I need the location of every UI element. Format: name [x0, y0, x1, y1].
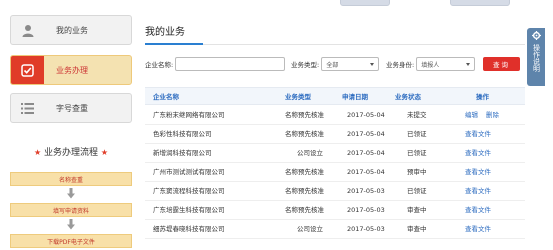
- column-header-type: 业务类型: [285, 93, 311, 101]
- app-root: 我的业务 业务办理 字号查重 ★ 业务办理流程 ★ 名称查重 填写申请资料 下载…: [0, 0, 553, 250]
- cell-status: 审查中: [407, 225, 427, 233]
- cell-status: 已领证: [407, 149, 427, 157]
- chevron-down-icon: [370, 62, 375, 66]
- checkbox-icon: [11, 56, 44, 84]
- edit-link[interactable]: 编辑: [465, 106, 478, 125]
- cell-status: 已领证: [407, 130, 427, 138]
- sidebar-item-name-check[interactable]: 字号查重: [10, 93, 132, 123]
- type-select-value: 全部: [326, 61, 339, 69]
- chevron-down-icon: [466, 62, 471, 66]
- cell-date: 2017-05-03: [347, 187, 385, 195]
- cell-date: 2017-05-04: [347, 111, 385, 119]
- arrow-down-icon: [66, 219, 76, 231]
- cell-type: 名称预先核准: [285, 187, 324, 195]
- table-row: 色彩性科技有限公司 名称预先核准 2017-05-04 已领证 查看文件: [145, 125, 525, 144]
- role-select[interactable]: 填报人: [416, 57, 476, 71]
- table-row: 广州市测试测试有限公司 名称预先核准 2017-05-04 预审中 查看文件: [145, 163, 525, 182]
- flow-step-2[interactable]: 填写申请资料: [10, 203, 132, 217]
- flow-step-1[interactable]: 名称查重: [10, 172, 132, 186]
- view-file-link[interactable]: 查看文件: [465, 220, 491, 239]
- list-icon: [11, 94, 44, 122]
- cell-company: 广东培霆生科技有限公司: [153, 206, 225, 214]
- column-header-status: 业务状态: [395, 93, 421, 101]
- cell-type: 名称预先核准: [285, 168, 324, 176]
- cell-company: 广东窦流程科技有限公司: [153, 187, 225, 195]
- flow-title-text: 业务办理流程: [43, 148, 98, 158]
- help-side-tab-label: 操作说明: [532, 44, 541, 72]
- sidebar: 我的业务 业务办理 字号查重 ★ 业务办理流程 ★ 名称查重 填写申请资料 下载…: [0, 0, 133, 250]
- cell-date: 2017-05-03: [347, 206, 385, 214]
- flow-step-3[interactable]: 下载PDF电子文件: [10, 234, 132, 248]
- delete-link[interactable]: 删除: [486, 106, 499, 125]
- role-filter: 业务身份: 填报人: [386, 57, 476, 71]
- view-file-link[interactable]: 查看文件: [465, 163, 491, 182]
- cell-date: 2017-05-04: [347, 130, 385, 138]
- gear-icon: [531, 31, 541, 42]
- top-button-2[interactable]: [450, 0, 510, 6]
- cell-company: 色彩性科技有限公司: [153, 130, 212, 138]
- arrow-down-icon: [66, 188, 76, 200]
- top-button-1[interactable]: [340, 0, 390, 6]
- view-file-link[interactable]: 查看文件: [465, 182, 491, 201]
- cell-type: 公司设立: [297, 225, 323, 233]
- company-filter: 企业名称:: [145, 57, 286, 71]
- title-underline: [145, 43, 203, 45]
- sidebar-item-label: 我的业务: [56, 25, 88, 35]
- cell-status: 未提交: [407, 111, 427, 119]
- star-icon: ★: [100, 148, 109, 157]
- cell-company: 新增润科技有限公司: [153, 149, 212, 157]
- star-icon: ★: [33, 148, 42, 157]
- table-row: 广东粉末继网络有限公司 名称预先核准 2017-05-04 未提交 编辑 删除: [145, 106, 525, 125]
- page-title: 我的业务: [145, 27, 185, 38]
- help-side-tab[interactable]: 操作说明: [527, 28, 545, 86]
- cell-type: 公司设立: [297, 149, 323, 157]
- view-file-link[interactable]: 查看文件: [465, 144, 491, 163]
- cell-company: 广州市测试测试有限公司: [153, 168, 225, 176]
- sidebar-item-my-business[interactable]: 我的业务: [10, 15, 132, 45]
- role-select-value: 填报人: [421, 61, 440, 69]
- table-row: 广东窦流程科技有限公司 名称预先核准 2017-05-03 已领证 查看文件: [145, 182, 525, 201]
- table-row: 新增润科技有限公司 公司设立 2017-05-04 已领证 查看文件: [145, 144, 525, 163]
- table-header: 企业名称 业务类型 申请日期 业务状态 操作: [145, 87, 525, 105]
- cell-status: 预审中: [407, 168, 427, 176]
- table-row: 细苏堤春晓科技有限公司 公司设立 2017-05-03 审查中 查看文件: [145, 220, 525, 239]
- type-filter: 业务类型: 全部: [291, 57, 380, 71]
- type-label: 业务类型:: [291, 61, 320, 69]
- cell-company: 广东粉末继网络有限公司: [153, 111, 225, 119]
- company-label: 企业名称:: [145, 61, 174, 69]
- cell-type: 名称预先核准: [285, 130, 324, 138]
- view-file-link[interactable]: 查看文件: [465, 201, 491, 220]
- cell-date: 2017-05-04: [347, 168, 385, 176]
- table-row: 广东培霆生科技有限公司 名称预先核准 2017-05-03 审查中 查看文件: [145, 201, 525, 220]
- column-header-company: 企业名称: [153, 93, 179, 101]
- column-header-date: 申请日期: [342, 93, 368, 101]
- cell-status: 已领证: [407, 187, 427, 195]
- type-select[interactable]: 全部: [321, 57, 380, 71]
- sidebar-item-label: 业务办理: [56, 65, 88, 75]
- cell-type: 名称预先核准: [285, 111, 324, 119]
- cell-date: 2017-05-04: [347, 149, 385, 157]
- user-icon: [11, 16, 44, 44]
- cell-company: 细苏堤春晓科技有限公司: [153, 225, 225, 233]
- cell-type: 名称预先核准: [285, 206, 324, 214]
- role-label: 业务身份:: [386, 61, 415, 69]
- view-file-link[interactable]: 查看文件: [465, 125, 491, 144]
- company-input[interactable]: [175, 57, 286, 71]
- sidebar-item-label: 字号查重: [56, 103, 88, 113]
- cell-date: 2017-05-03: [347, 225, 385, 233]
- sidebar-item-business-handling[interactable]: 业务办理: [10, 55, 132, 85]
- flow-title: ★ 业务办理流程 ★: [10, 145, 132, 158]
- column-header-actions: 操作: [476, 93, 489, 101]
- search-button[interactable]: 查询: [483, 57, 520, 71]
- cell-status: 审查中: [407, 206, 427, 214]
